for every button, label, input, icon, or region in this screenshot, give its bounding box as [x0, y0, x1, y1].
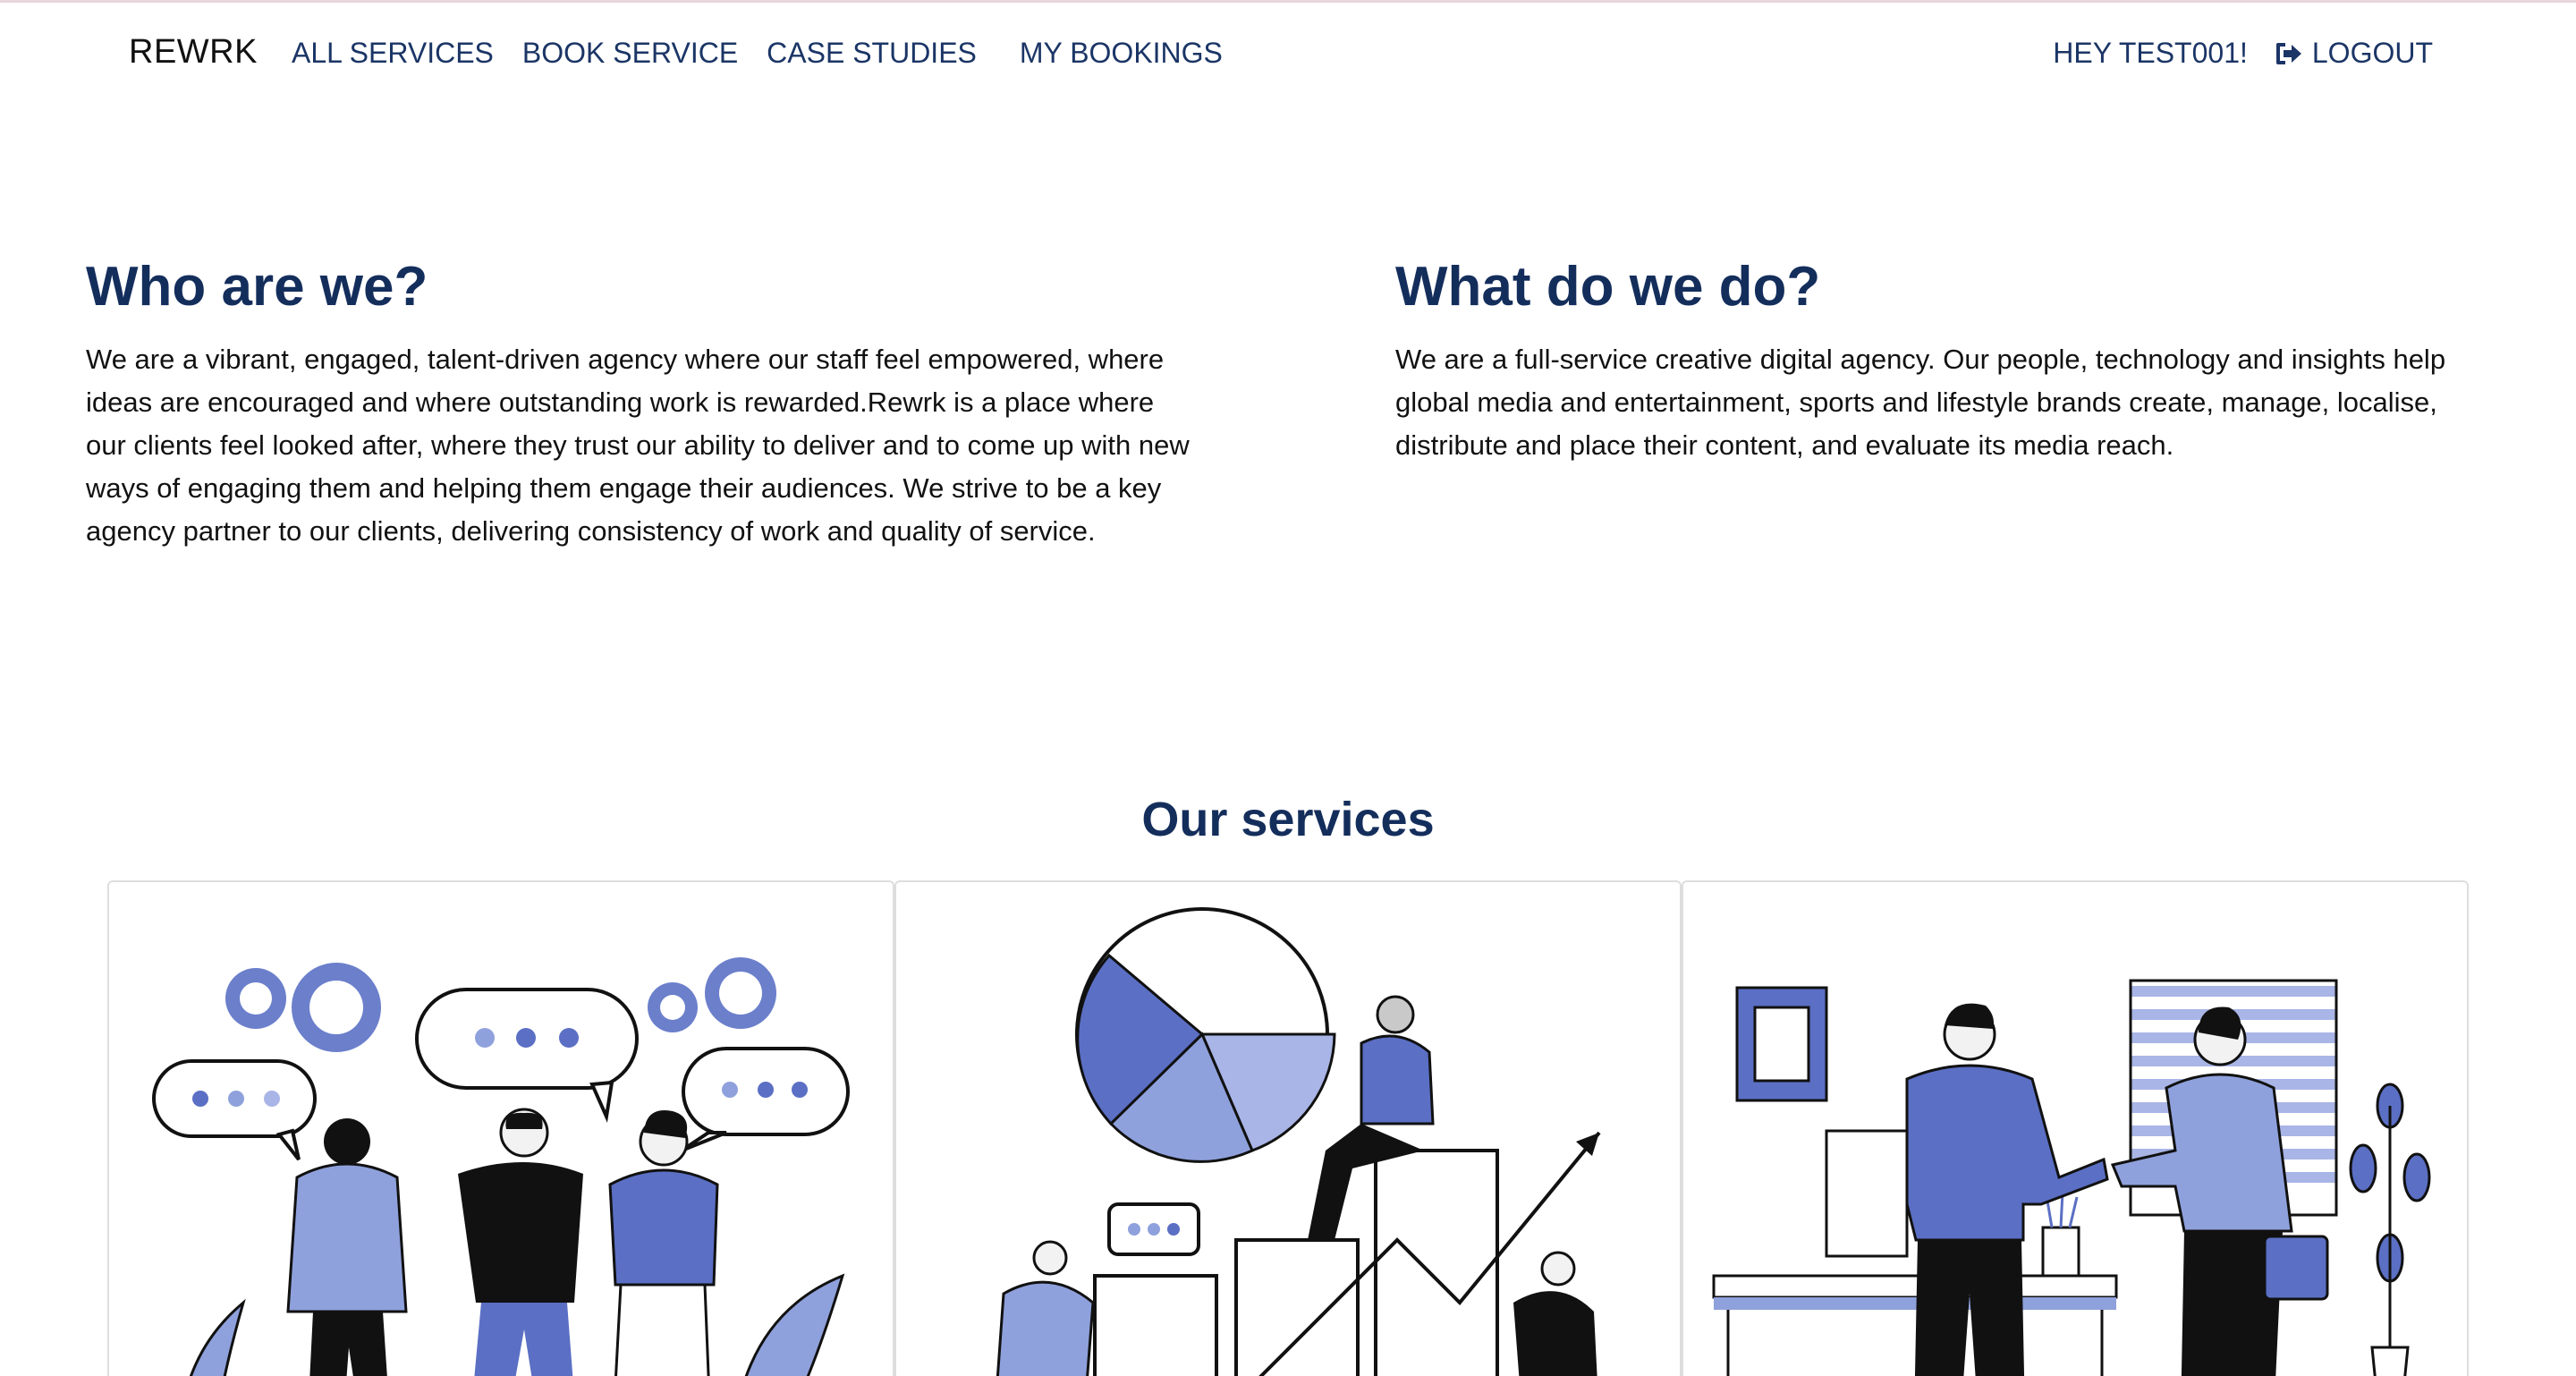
user-menu: HEY TEST001! LOGOUT	[2053, 37, 2433, 70]
nav-book-service[interactable]: BOOK SERVICE	[522, 37, 738, 70]
service-card[interactable]	[107, 880, 894, 1376]
nav-links: ALL SERVICES BOOK SERVICE CASE STUDIES M…	[292, 37, 1251, 70]
top-navbar: REWRK ALL SERVICES BOOK SERVICE CASE STU…	[0, 3, 2576, 103]
who-are-we-heading: Who are we?	[86, 256, 428, 318]
what-do-we-do-section: What do we do? We are a full-service cre…	[1395, 252, 2504, 467]
logout-label: LOGOUT	[2311, 37, 2433, 69]
business-handshake-illustration	[1712, 979, 2431, 1376]
brand-logo[interactable]: REWRK	[129, 33, 258, 72]
analytics-chart-illustration	[996, 907, 1601, 1376]
sign-out-icon	[2275, 42, 2301, 64]
service-card[interactable]	[894, 880, 1682, 1376]
user-greeting: HEY TEST001!	[2053, 37, 2248, 69]
logout-button[interactable]: LOGOUT	[2275, 37, 2433, 70]
what-do-we-do-heading: What do we do?	[1395, 256, 1821, 318]
nav-all-services[interactable]: ALL SERVICES	[292, 37, 494, 70]
nav-case-studies[interactable]: CASE STUDIES	[767, 37, 977, 70]
our-services-heading: Our services	[1141, 793, 1435, 846]
services-cards	[107, 880, 2469, 1376]
nav-my-bookings[interactable]: MY BOOKINGS	[1020, 37, 1223, 70]
who-are-we-text: We are a vibrant, engaged, talent-driven…	[86, 344, 1190, 547]
what-do-we-do-text: We are a full-service creative digital a…	[1395, 344, 2446, 461]
who-are-we-section: Who are we? We are a vibrant, engaged, t…	[86, 252, 1195, 553]
service-card[interactable]	[1682, 880, 2469, 1376]
team-discussion-illustration	[152, 957, 850, 1376]
